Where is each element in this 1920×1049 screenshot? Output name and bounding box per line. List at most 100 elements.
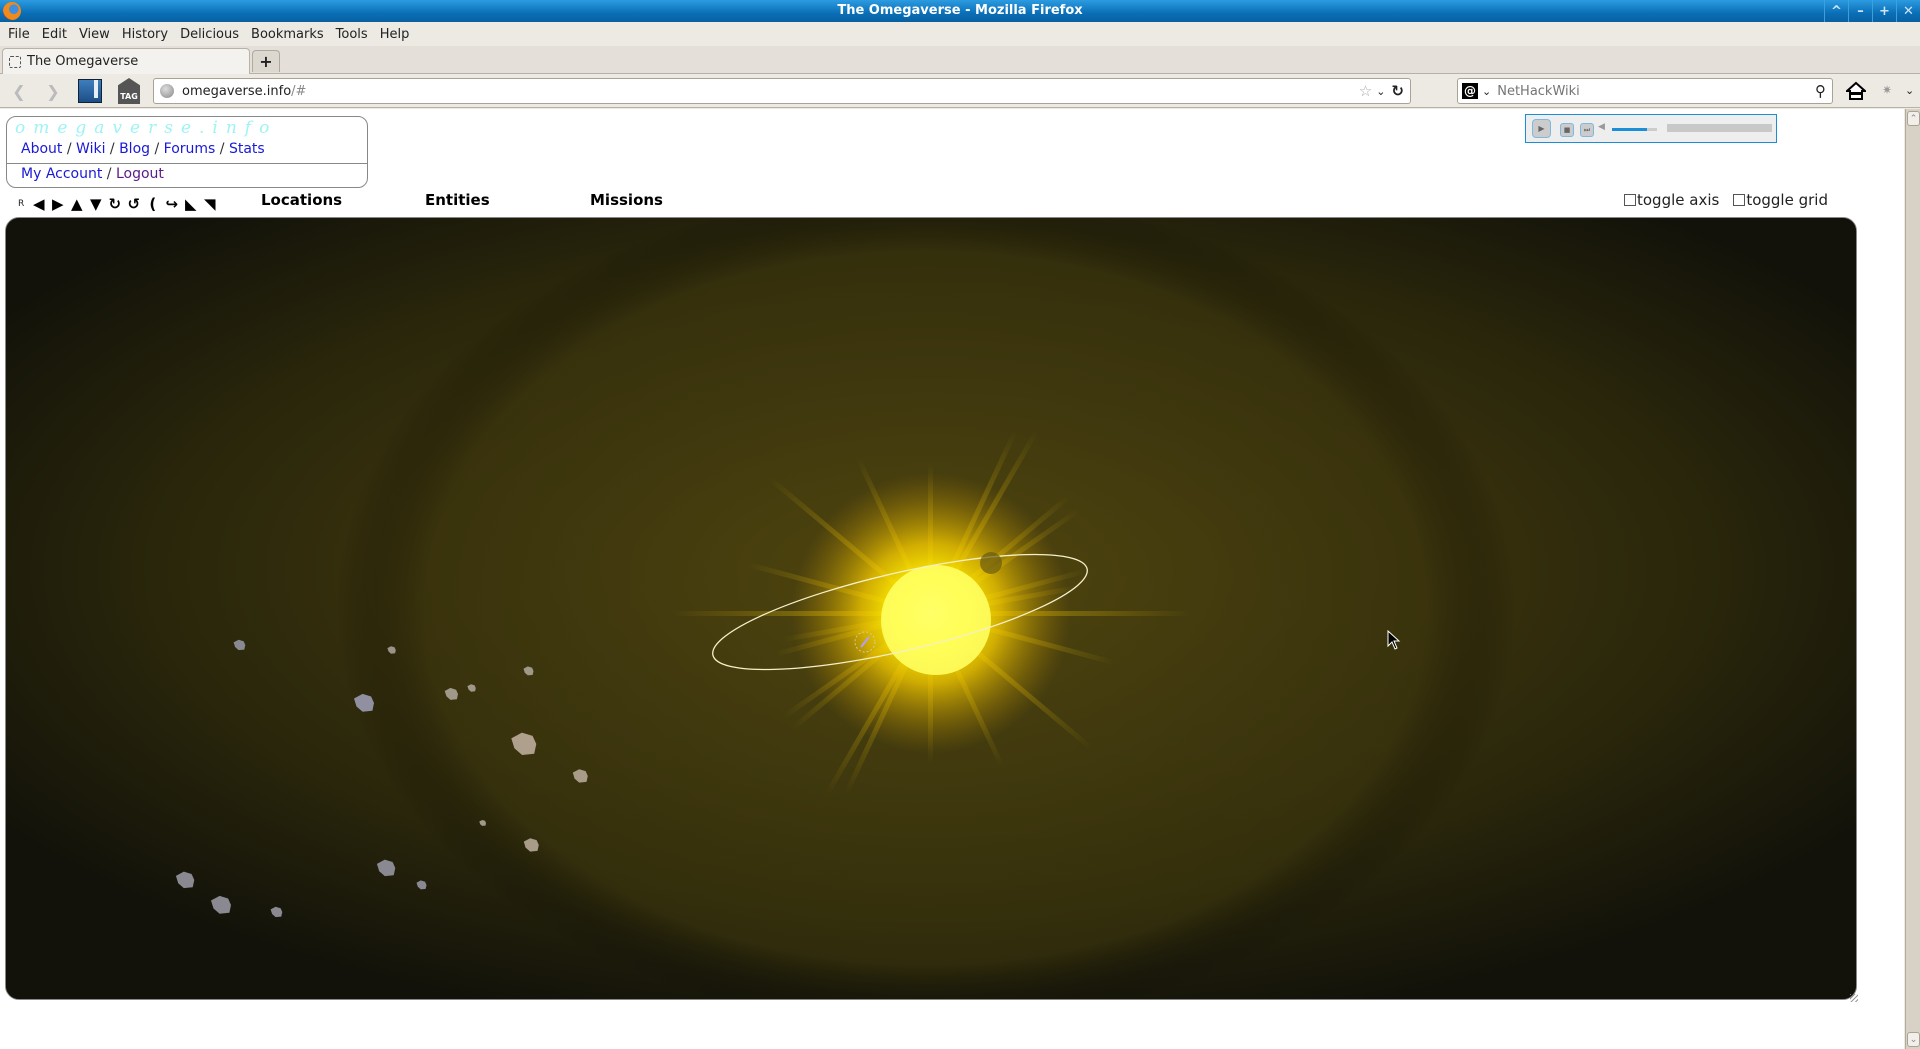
link-about[interactable]: About bbox=[21, 141, 62, 157]
roll-right-icon[interactable]: ↪ bbox=[163, 195, 180, 213]
planet[interactable] bbox=[980, 552, 1002, 574]
toggle-axis-label: toggle axis bbox=[1637, 191, 1720, 209]
separator: / bbox=[154, 141, 160, 157]
toggle-grid-checkbox[interactable] bbox=[1733, 194, 1746, 206]
url-history-dropdown-icon[interactable]: ⌄ bbox=[1376, 85, 1385, 98]
site-header-box: omegaverse.info About / Wiki / Blog / Fo… bbox=[6, 116, 368, 188]
canvas-resize-grip[interactable] bbox=[1850, 994, 1858, 1002]
menu-delicious[interactable]: Delicious bbox=[180, 27, 239, 42]
audio-player: ▶ ■ ⏭ ◀ bbox=[1525, 114, 1777, 143]
track-progress-bar[interactable] bbox=[1667, 124, 1772, 132]
tab-entities[interactable]: Entities bbox=[425, 191, 490, 209]
next-icon: ⏭ bbox=[1583, 125, 1591, 134]
link-wiki[interactable]: Wiki bbox=[76, 141, 105, 157]
bookmark-star-icon[interactable]: ☆ bbox=[1359, 82, 1372, 100]
search-engine-icon[interactable]: @ bbox=[1462, 83, 1478, 99]
link-logout[interactable]: Logout bbox=[116, 166, 164, 182]
toggle-grid[interactable]: toggle grid bbox=[1733, 191, 1828, 209]
new-tab-button[interactable]: + bbox=[252, 50, 280, 72]
maximize-icon[interactable]: + bbox=[1872, 0, 1896, 22]
menu-tools[interactable]: Tools bbox=[336, 27, 368, 42]
roll-left-icon[interactable]: ( bbox=[144, 195, 161, 213]
url-path: /# bbox=[291, 83, 307, 99]
view-toggles: toggle axis toggle grid bbox=[1624, 191, 1828, 209]
pan-down-icon[interactable]: ▼ bbox=[87, 195, 104, 213]
reload-icon[interactable]: ↻ bbox=[1391, 82, 1404, 100]
reset-camera-button[interactable]: R bbox=[18, 199, 24, 209]
header-divider bbox=[7, 163, 367, 164]
url-host: omegaverse.info bbox=[182, 83, 292, 99]
close-icon[interactable]: ✕ bbox=[1896, 0, 1920, 22]
menu-view[interactable]: View bbox=[79, 27, 110, 42]
volume-icon[interactable]: ◀ bbox=[1598, 122, 1605, 132]
menu-history[interactable]: History bbox=[122, 27, 168, 42]
site-identity-globe-icon[interactable] bbox=[160, 84, 174, 98]
stop-icon: ■ bbox=[1563, 126, 1571, 134]
tab-missions[interactable]: Missions bbox=[590, 191, 663, 209]
tab-bar: The Omegaverse + bbox=[0, 46, 1920, 74]
scroll-up-button[interactable]: ⌃ bbox=[1907, 111, 1920, 126]
3d-canvas[interactable] bbox=[5, 217, 1857, 1000]
delicious-tag-icon[interactable]: TAG bbox=[118, 78, 140, 104]
back-button[interactable]: ❮ bbox=[6, 80, 32, 102]
menu-help[interactable]: Help bbox=[380, 27, 410, 42]
scroll-down-button[interactable]: ⌄ bbox=[1907, 1032, 1920, 1047]
restore-icon[interactable]: ^ bbox=[1824, 0, 1848, 22]
forward-button[interactable]: ❯ bbox=[40, 80, 66, 102]
window-title: The Omegaverse - Mozilla Firefox bbox=[837, 3, 1083, 18]
tab-locations[interactable]: Locations bbox=[261, 191, 342, 209]
pan-up-icon[interactable]: ▲ bbox=[68, 195, 85, 213]
menu-bar: File Edit View History Delicious Bookmar… bbox=[0, 22, 1920, 46]
link-my-account[interactable]: My Account bbox=[21, 166, 102, 182]
menu-bookmarks[interactable]: Bookmarks bbox=[251, 27, 324, 42]
pan-right-icon[interactable]: ▶ bbox=[49, 195, 66, 213]
site-logo[interactable]: omegaverse.info bbox=[15, 118, 277, 138]
separator: / bbox=[109, 141, 115, 157]
search-engine-dropdown-icon[interactable]: ⌄ bbox=[1482, 85, 1491, 98]
window-controls: ^ – + ✕ bbox=[1824, 0, 1920, 22]
forward-arrow-icon: ❯ bbox=[46, 81, 60, 101]
search-bar: @ ⌄ ⚲ bbox=[1457, 78, 1833, 104]
minimize-icon[interactable]: – bbox=[1848, 0, 1872, 22]
zoom-out-icon[interactable]: ◥ bbox=[201, 195, 218, 213]
volume-slider[interactable] bbox=[1612, 128, 1657, 131]
toggle-grid-label: toggle grid bbox=[1746, 191, 1828, 209]
navigation-toolbar: ❮ ❯ TAG omegaverse.info/# ☆ ⌄ ↻ @ ⌄ ⚲ ✷ … bbox=[0, 74, 1920, 108]
mouse-cursor-icon bbox=[1387, 630, 1401, 650]
home-icon[interactable] bbox=[1846, 81, 1866, 101]
stop-button[interactable]: ■ bbox=[1560, 123, 1574, 137]
extension-bug-icon[interactable]: ✷ bbox=[1882, 83, 1892, 97]
vertical-scrollbar[interactable]: ⌃ ⌄ bbox=[1905, 109, 1920, 1049]
toggle-axis-checkbox[interactable] bbox=[1624, 194, 1636, 206]
tab-omegaverse[interactable]: The Omegaverse bbox=[2, 48, 250, 74]
link-blog[interactable]: Blog bbox=[119, 141, 150, 157]
page-content: omegaverse.info About / Wiki / Blog / Fo… bbox=[0, 109, 1904, 1049]
separator: / bbox=[66, 141, 72, 157]
toggle-axis[interactable]: toggle axis bbox=[1624, 191, 1719, 209]
page-favicon-icon bbox=[9, 55, 21, 68]
separator: / bbox=[106, 166, 112, 182]
rotate-cw-icon[interactable]: ↻ bbox=[106, 195, 123, 213]
search-icon[interactable]: ⚲ bbox=[1815, 82, 1826, 100]
menu-edit[interactable]: Edit bbox=[42, 27, 67, 42]
bookmarks-sidebar-icon[interactable] bbox=[78, 79, 102, 103]
pan-left-icon[interactable]: ◀ bbox=[30, 195, 47, 213]
volume-level bbox=[1612, 128, 1648, 131]
account-links: My Account / Logout bbox=[21, 166, 164, 182]
url-text[interactable]: omegaverse.info/# bbox=[182, 84, 1359, 99]
scene-svg bbox=[6, 218, 1856, 999]
tab-label: The Omegaverse bbox=[27, 54, 139, 69]
back-arrow-icon: ❮ bbox=[12, 81, 26, 101]
primary-links: About / Wiki / Blog / Forums / Stats bbox=[21, 141, 265, 157]
search-input[interactable] bbox=[1497, 83, 1815, 99]
rotate-ccw-icon[interactable]: ↺ bbox=[125, 195, 142, 213]
link-forums[interactable]: Forums bbox=[164, 141, 216, 157]
play-button[interactable]: ▶ bbox=[1532, 119, 1551, 138]
zoom-in-icon[interactable]: ◣ bbox=[182, 195, 199, 213]
link-stats[interactable]: Stats bbox=[229, 141, 265, 157]
extension-dropdown-icon[interactable]: ⌄ bbox=[1905, 84, 1914, 97]
menu-file[interactable]: File bbox=[8, 27, 30, 42]
next-track-button[interactable]: ⏭ bbox=[1580, 123, 1594, 137]
url-bar[interactable]: omegaverse.info/# ☆ ⌄ ↻ bbox=[153, 78, 1411, 104]
window-titlebar: The Omegaverse - Mozilla Firefox ^ – + ✕ bbox=[0, 0, 1920, 22]
